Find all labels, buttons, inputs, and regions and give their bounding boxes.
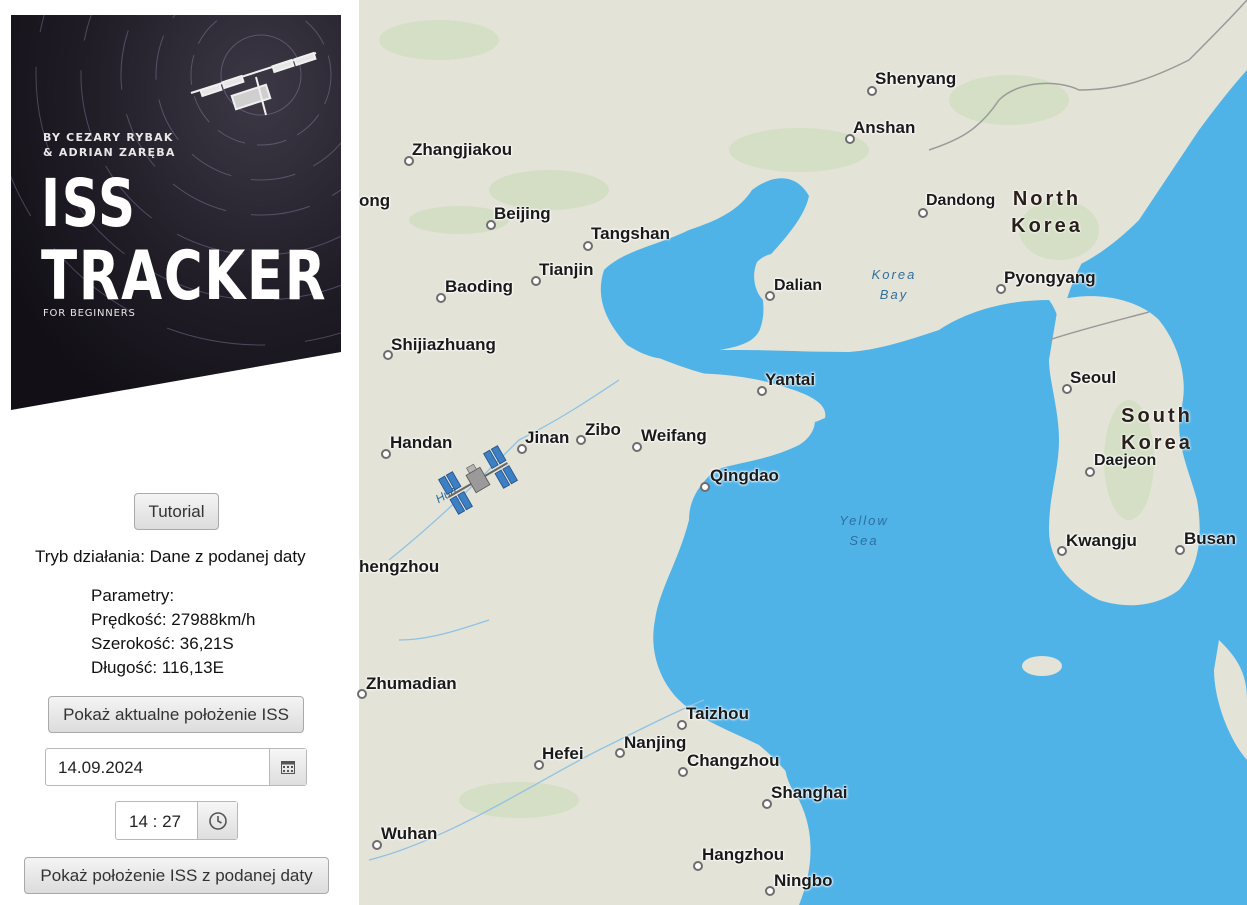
city-label-changzhou: Changzhou bbox=[687, 751, 780, 770]
city-label-beijing: Beijing bbox=[494, 204, 551, 223]
params-heading: Parametry: bbox=[91, 586, 175, 605]
sea-label-yellow-sea-line-1: Yellow bbox=[839, 513, 889, 528]
iss-marker-icon[interactable] bbox=[438, 440, 518, 520]
city-label-dandong: Dandong bbox=[926, 192, 996, 209]
city-label-zhumadian: Zhumadian bbox=[366, 674, 457, 693]
city-label-zibo: Zibo bbox=[585, 420, 621, 439]
city-label-ong: ong bbox=[359, 191, 391, 210]
latitude-value: Szerokość: 36,21S bbox=[91, 634, 234, 653]
cover-title-line-2: TRACKER bbox=[41, 237, 328, 316]
city-label-shanghai: Shanghai bbox=[771, 783, 848, 802]
city-label-dalian: Dalian bbox=[774, 277, 823, 294]
show-current-position-button[interactable]: Pokaż aktualne położenie ISS bbox=[48, 696, 304, 733]
city-label-weifang: Weifang bbox=[641, 426, 707, 445]
cover-image: BY CEZARY RYBAK & ADRIAN ZARĘBA ISS TRAC… bbox=[0, 0, 532, 410]
longitude-value: Długość: 116,13E bbox=[91, 658, 224, 677]
cover-byline-2: & ADRIAN ZARĘBA bbox=[43, 146, 176, 159]
sea-label-korea-bay-line-2: Bay bbox=[879, 287, 909, 302]
show-date-position-button[interactable]: Pokaż położenie ISS z podanej daty bbox=[24, 857, 329, 894]
map-view[interactable]: Shenyang Anshan Zhangjiakou ong Beijing … bbox=[357, 0, 1247, 905]
clock-button[interactable] bbox=[197, 802, 237, 839]
city-label-jinan: Jinan bbox=[525, 428, 570, 447]
city-label-shijiazhuang: Shijiazhuang bbox=[391, 335, 496, 354]
country-label-south-korea: South Korea bbox=[1107, 403, 1207, 457]
city-label-anshan: Anshan bbox=[853, 118, 916, 137]
city-label-hangzhou: Hangzhou bbox=[702, 845, 785, 864]
country-label-south-korea-line-1: South bbox=[1121, 405, 1193, 427]
city-label-wuhan: Wuhan bbox=[381, 824, 438, 843]
city-label-taizhou: Taizhou bbox=[686, 704, 749, 723]
city-label-hefei: Hefei bbox=[542, 744, 584, 763]
sea-label-yellow-sea: Yellow Sea bbox=[829, 511, 899, 551]
date-picker[interactable]: 14.09.2024 bbox=[45, 748, 307, 786]
calendar-button[interactable] bbox=[269, 749, 306, 785]
tutorial-button[interactable]: Tutorial bbox=[134, 493, 219, 530]
cover-byline-1: BY CEZARY RYBAK bbox=[43, 131, 174, 144]
city-label-busan: Busan bbox=[1184, 529, 1236, 548]
city-label-tangshan: Tangshan bbox=[591, 224, 671, 243]
cover-subtitle: FOR BEGINNERS bbox=[43, 308, 136, 319]
calendar-icon bbox=[281, 761, 295, 774]
city-label-hengzhou: hengzhou bbox=[359, 557, 440, 576]
city-label-tianjin: Tianjin bbox=[539, 260, 594, 279]
city-label-nanjing: Nanjing bbox=[624, 733, 687, 752]
sea-label-yellow-sea-line-2: Sea bbox=[849, 533, 879, 548]
city-label-pyongyang: Pyongyang bbox=[1004, 268, 1096, 287]
country-label-north-korea-line-1: North bbox=[1012, 188, 1082, 210]
time-picker[interactable]: 14 : 27 bbox=[115, 801, 238, 840]
city-dot-qingdao bbox=[700, 482, 710, 492]
city-label-ningbo: Ningbo bbox=[774, 871, 833, 890]
city-label-seoul: Seoul bbox=[1070, 368, 1117, 387]
city-label-zhangjiakou: Zhangjiakou bbox=[412, 140, 513, 159]
country-label-south-korea-line-2: Korea bbox=[1121, 432, 1193, 454]
city-label-qingdao: Qingdao bbox=[710, 466, 779, 485]
city-label-baoding: Baoding bbox=[445, 277, 513, 296]
time-input[interactable]: 14 : 27 bbox=[129, 812, 181, 832]
sea-label-korea-bay: Korea Bay bbox=[859, 265, 929, 305]
city-label-yantai: Yantai bbox=[765, 370, 816, 389]
sea-label-korea-bay-line-1: Korea bbox=[871, 267, 917, 282]
date-input[interactable]: 14.09.2024 bbox=[58, 758, 143, 778]
country-label-north-korea: North Korea bbox=[997, 186, 1097, 240]
city-label-shenyang: Shenyang bbox=[875, 69, 957, 88]
country-label-north-korea-line-2: Korea bbox=[1011, 215, 1083, 237]
mode-text: Tryb działania: Dane z podanej daty bbox=[35, 547, 306, 566]
clock-icon bbox=[208, 811, 227, 830]
speed-value: Prędkość: 27988km/h bbox=[91, 610, 256, 629]
control-panel: BY CEZARY RYBAK & ADRIAN ZARĘBA ISS TRAC… bbox=[0, 0, 532, 905]
city-label-kwangju: Kwangju bbox=[1066, 531, 1137, 550]
cover-title-line-1: ISS bbox=[41, 165, 137, 242]
